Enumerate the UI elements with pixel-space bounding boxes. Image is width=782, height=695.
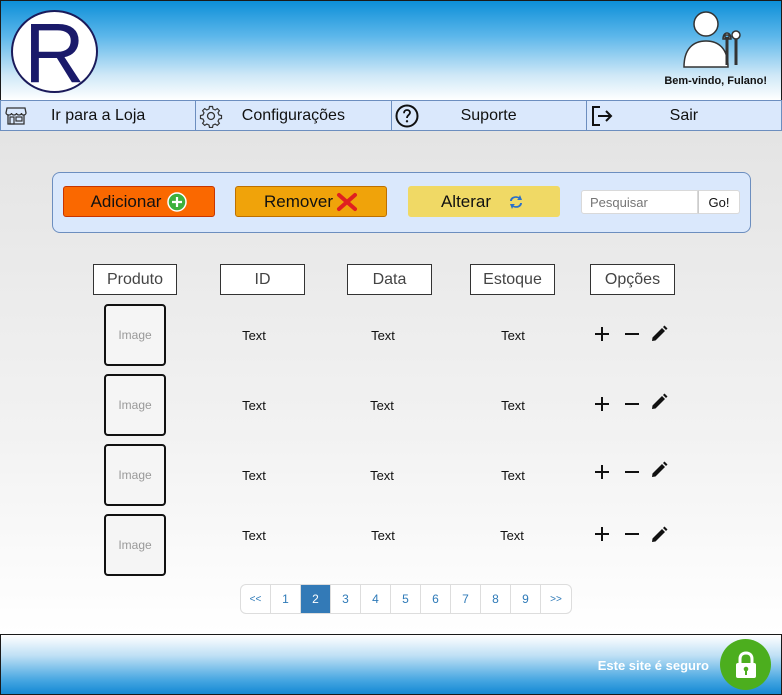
product-image-placeholder: Image [104, 444, 166, 506]
column-header-produto: Produto [93, 264, 177, 295]
column-header-opcoes: Opções [590, 264, 675, 295]
add-button[interactable]: Adicionar [63, 186, 215, 217]
cell-estoque: Text [501, 328, 525, 343]
cell-estoque: Text [501, 468, 525, 483]
pencil-icon[interactable] [650, 393, 668, 411]
toolbar: Adicionar Remover Alterar Go! [52, 172, 751, 233]
pagination: << 1 2 3 4 5 6 7 8 9 >> [240, 584, 572, 614]
cell-estoque: Text [501, 398, 525, 413]
page-last[interactable]: >> [541, 585, 571, 613]
gear-icon [200, 105, 223, 128]
pencil-icon[interactable] [650, 526, 668, 544]
close-icon [336, 192, 357, 211]
page-link[interactable]: 4 [361, 585, 391, 613]
cell-id: Text [242, 528, 266, 543]
footer: Este site é seguro [0, 634, 782, 695]
column-header-data: Data [347, 264, 432, 295]
minus-icon[interactable] [623, 463, 641, 481]
minus-icon[interactable] [623, 325, 641, 343]
cell-id: Text [242, 468, 266, 483]
help-icon [395, 104, 418, 128]
user-support-icon [683, 11, 741, 68]
cell-estoque: Text [500, 528, 524, 543]
plus-icon[interactable] [593, 463, 611, 481]
nav-item-logout[interactable]: Sair [587, 101, 781, 130]
remove-button[interactable]: Remover [235, 186, 387, 217]
plus-icon[interactable] [593, 395, 611, 413]
page-first[interactable]: << [241, 585, 271, 613]
search-input[interactable] [581, 190, 698, 214]
nav-label-support: Suporte [460, 106, 517, 124]
nav-item-support[interactable]: Suporte [392, 101, 587, 130]
column-header-id: ID [220, 264, 305, 295]
secure-text: Este site é seguro [597, 658, 709, 673]
nav-item-settings[interactable]: Configurações [196, 101, 392, 130]
page-link[interactable]: 1 [271, 585, 301, 613]
nav-label-logout: Sair [669, 106, 699, 124]
page-link[interactable]: 6 [421, 585, 451, 613]
go-button[interactable]: Go! [698, 190, 740, 214]
nav-bar: Ir para a Loja Configurações Suporte Sai… [0, 100, 782, 131]
product-image-placeholder: Image [104, 374, 166, 436]
nav-label-settings: Configurações [241, 106, 345, 124]
cell-data: Text [371, 528, 395, 543]
minus-icon[interactable] [623, 525, 641, 543]
page-link[interactable]: 9 [511, 585, 541, 613]
cell-id: Text [242, 398, 266, 413]
pencil-icon[interactable] [650, 325, 668, 343]
cell-data: Text [371, 328, 395, 343]
page-link[interactable]: 5 [391, 585, 421, 613]
page-link[interactable]: 7 [451, 585, 481, 613]
cell-data: Text [370, 398, 394, 413]
alter-button[interactable]: Alterar [408, 186, 560, 217]
page-link[interactable]: 3 [331, 585, 361, 613]
plus-icon[interactable] [593, 325, 611, 343]
nav-item-store[interactable]: Ir para a Loja [1, 101, 197, 130]
pencil-icon[interactable] [650, 461, 668, 479]
product-image-placeholder: Image [104, 304, 166, 366]
plus-icon[interactable] [593, 525, 611, 543]
logo[interactable]: R [11, 10, 98, 95]
plus-circle-icon [167, 191, 188, 212]
minus-icon[interactable] [623, 395, 641, 413]
welcome-text: Bem-vindo, Fulano! [664, 75, 767, 87]
header: R Bem-vindo, Fulano! [0, 0, 782, 100]
page-link-current[interactable]: 2 [301, 585, 331, 613]
column-header-estoque: Estoque [470, 264, 555, 295]
cell-data: Text [370, 468, 394, 483]
store-icon [5, 107, 27, 125]
secure-badge [720, 639, 771, 690]
logout-icon [591, 106, 613, 126]
refresh-icon [510, 194, 523, 209]
main-content: Adicionar Remover Alterar Go! Produto ID… [0, 131, 782, 634]
product-image-placeholder: Image [104, 514, 166, 576]
cell-id: Text [242, 328, 266, 343]
nav-label-store: Ir para a Loja [50, 106, 146, 124]
page-link[interactable]: 8 [481, 585, 511, 613]
lock-icon [735, 650, 756, 678]
